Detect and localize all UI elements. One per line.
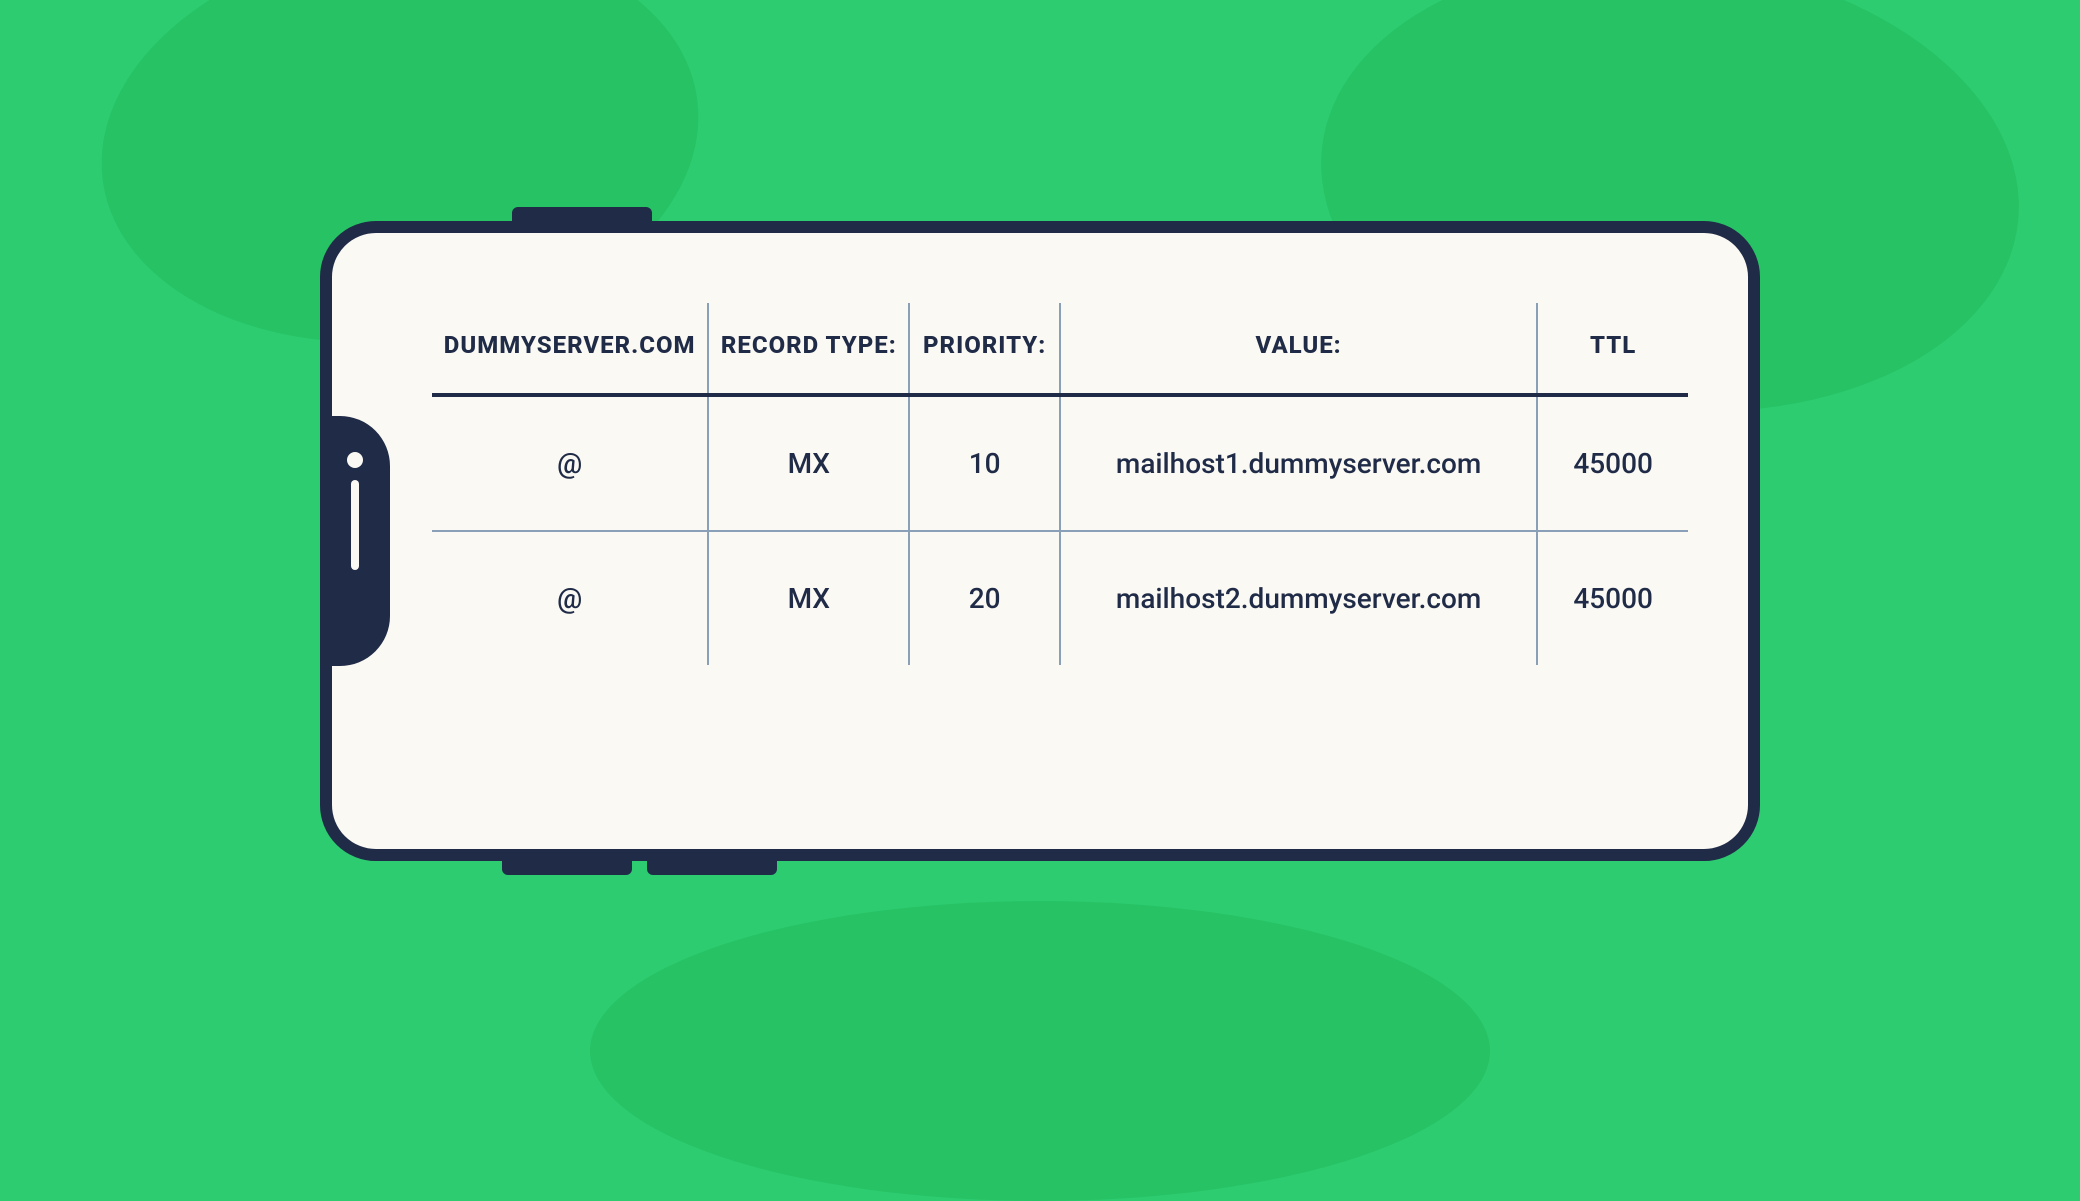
phone-side-button-icon [502, 861, 632, 875]
column-header-domain: DUMMYSERVER.COM [432, 303, 708, 395]
table-row: @ MX 10 mailhost1.dummyserver.com 45000 [432, 395, 1688, 531]
table-row: @ MX 20 mailhost2.dummyserver.com 45000 [432, 531, 1688, 665]
cell-ttl: 45000 [1537, 395, 1688, 531]
phone-side-button-icon [512, 207, 652, 221]
cell-ttl: 45000 [1537, 531, 1688, 665]
camera-icon [347, 452, 363, 468]
speaker-icon [351, 480, 359, 570]
cell-record-type: MX [708, 395, 909, 531]
phone-notch [320, 416, 390, 666]
dns-records-table: DUMMYSERVER.COM RECORD TYPE: PRIORITY: V… [432, 303, 1688, 665]
table-header-row: DUMMYSERVER.COM RECORD TYPE: PRIORITY: V… [432, 303, 1688, 395]
column-header-value: VALUE: [1060, 303, 1537, 395]
cell-value: mailhost2.dummyserver.com [1060, 531, 1537, 665]
column-header-priority: PRIORITY: [909, 303, 1060, 395]
cell-priority: 10 [909, 395, 1060, 531]
column-header-record-type: RECORD TYPE: [708, 303, 909, 395]
cell-value: mailhost1.dummyserver.com [1060, 395, 1537, 531]
background-blob [590, 901, 1490, 1201]
column-header-ttl: TTL [1537, 303, 1688, 395]
cell-domain: @ [432, 531, 708, 665]
cell-priority: 20 [909, 531, 1060, 665]
phone-side-button-icon [647, 861, 777, 875]
cell-record-type: MX [708, 531, 909, 665]
phone-frame: DUMMYSERVER.COM RECORD TYPE: PRIORITY: V… [320, 221, 1760, 861]
cell-domain: @ [432, 395, 708, 531]
dns-records-table-container: DUMMYSERVER.COM RECORD TYPE: PRIORITY: V… [432, 303, 1688, 769]
